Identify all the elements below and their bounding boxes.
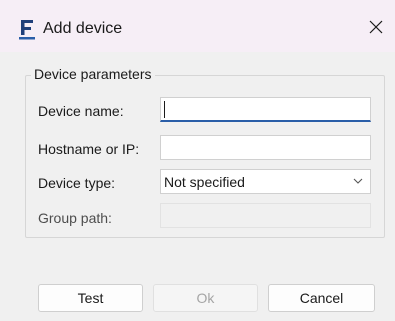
window-title: Add device xyxy=(43,20,123,37)
device-type-value: Not specified xyxy=(164,174,245,190)
cancel-button[interactable]: Cancel xyxy=(268,284,375,312)
app-logo-icon xyxy=(18,18,36,40)
close-button[interactable] xyxy=(365,16,387,38)
close-icon xyxy=(369,20,383,34)
test-button[interactable]: Test xyxy=(38,284,143,312)
chevron-down-icon xyxy=(353,178,363,184)
group-path-input xyxy=(160,203,371,228)
device-name-label: Device name: xyxy=(38,103,124,119)
hostname-input[interactable] xyxy=(160,135,371,160)
device-type-label: Device type: xyxy=(38,175,116,191)
group-path-label: Group path: xyxy=(38,210,112,226)
title-bar: Add device xyxy=(0,0,395,52)
group-legend: Device parameters xyxy=(31,66,155,82)
add-device-dialog: Add device Device parameters Device name… xyxy=(0,0,395,321)
device-type-select[interactable]: Not specified xyxy=(160,169,371,194)
hostname-label: Hostname or IP: xyxy=(38,141,140,157)
ok-button: Ok xyxy=(153,284,258,312)
text-caret xyxy=(164,101,165,118)
device-name-input[interactable] xyxy=(160,97,371,122)
